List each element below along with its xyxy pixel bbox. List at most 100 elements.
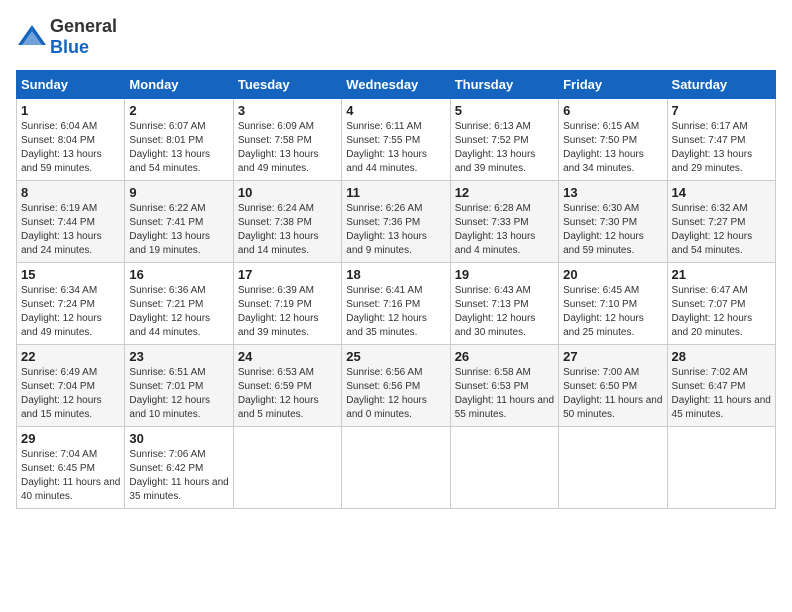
day-cell-14: 14 Sunrise: 6:32 AM Sunset: 7:27 PM Dayl… bbox=[667, 181, 775, 263]
day-info: Sunrise: 6:26 AM Sunset: 7:36 PM Dayligh… bbox=[346, 202, 445, 258]
day-number: 4 bbox=[346, 103, 445, 118]
day-cell-12: 12 Sunrise: 6:28 AM Sunset: 7:33 PM Dayl… bbox=[450, 181, 558, 263]
empty-cell bbox=[233, 427, 341, 509]
day-info: Sunrise: 6:53 AM Sunset: 6:59 PM Dayligh… bbox=[238, 366, 337, 422]
day-info: Sunrise: 7:04 AM Sunset: 6:45 PM Dayligh… bbox=[21, 448, 120, 504]
day-number: 9 bbox=[129, 185, 228, 200]
day-number: 14 bbox=[672, 185, 771, 200]
day-cell-9: 9 Sunrise: 6:22 AM Sunset: 7:41 PM Dayli… bbox=[125, 181, 233, 263]
day-cell-16: 16 Sunrise: 6:36 AM Sunset: 7:21 PM Dayl… bbox=[125, 263, 233, 345]
day-number: 3 bbox=[238, 103, 337, 118]
calendar-week-3: 15 Sunrise: 6:34 AM Sunset: 7:24 PM Dayl… bbox=[17, 263, 776, 345]
day-cell-6: 6 Sunrise: 6:15 AM Sunset: 7:50 PM Dayli… bbox=[559, 99, 667, 181]
day-info: Sunrise: 6:51 AM Sunset: 7:01 PM Dayligh… bbox=[129, 366, 228, 422]
day-number: 20 bbox=[563, 267, 662, 282]
day-header-wednesday: Wednesday bbox=[342, 71, 450, 99]
calendar-week-5: 29 Sunrise: 7:04 AM Sunset: 6:45 PM Dayl… bbox=[17, 427, 776, 509]
day-cell-4: 4 Sunrise: 6:11 AM Sunset: 7:55 PM Dayli… bbox=[342, 99, 450, 181]
day-info: Sunrise: 6:41 AM Sunset: 7:16 PM Dayligh… bbox=[346, 284, 445, 340]
day-info: Sunrise: 6:28 AM Sunset: 7:33 PM Dayligh… bbox=[455, 202, 554, 258]
day-cell-5: 5 Sunrise: 6:13 AM Sunset: 7:52 PM Dayli… bbox=[450, 99, 558, 181]
day-number: 24 bbox=[238, 349, 337, 364]
day-info: Sunrise: 6:39 AM Sunset: 7:19 PM Dayligh… bbox=[238, 284, 337, 340]
day-number: 30 bbox=[129, 431, 228, 446]
day-number: 12 bbox=[455, 185, 554, 200]
day-cell-1: 1 Sunrise: 6:04 AM Sunset: 8:04 PM Dayli… bbox=[17, 99, 125, 181]
day-info: Sunrise: 6:49 AM Sunset: 7:04 PM Dayligh… bbox=[21, 366, 120, 422]
day-header-monday: Monday bbox=[125, 71, 233, 99]
calendar-week-1: 1 Sunrise: 6:04 AM Sunset: 8:04 PM Dayli… bbox=[17, 99, 776, 181]
day-number: 29 bbox=[21, 431, 120, 446]
day-cell-19: 19 Sunrise: 6:43 AM Sunset: 7:13 PM Dayl… bbox=[450, 263, 558, 345]
calendar-table: SundayMondayTuesdayWednesdayThursdayFrid… bbox=[16, 70, 776, 509]
day-info: Sunrise: 6:47 AM Sunset: 7:07 PM Dayligh… bbox=[672, 284, 771, 340]
empty-cell bbox=[667, 427, 775, 509]
empty-cell bbox=[559, 427, 667, 509]
logo: General Blue bbox=[16, 16, 117, 58]
day-cell-26: 26 Sunrise: 6:58 AM Sunset: 6:53 PM Dayl… bbox=[450, 345, 558, 427]
day-info: Sunrise: 6:32 AM Sunset: 7:27 PM Dayligh… bbox=[672, 202, 771, 258]
day-cell-10: 10 Sunrise: 6:24 AM Sunset: 7:38 PM Dayl… bbox=[233, 181, 341, 263]
day-number: 15 bbox=[21, 267, 120, 282]
day-number: 17 bbox=[238, 267, 337, 282]
day-info: Sunrise: 6:04 AM Sunset: 8:04 PM Dayligh… bbox=[21, 120, 120, 176]
day-header-tuesday: Tuesday bbox=[233, 71, 341, 99]
day-number: 28 bbox=[672, 349, 771, 364]
day-info: Sunrise: 6:07 AM Sunset: 8:01 PM Dayligh… bbox=[129, 120, 228, 176]
day-info: Sunrise: 6:36 AM Sunset: 7:21 PM Dayligh… bbox=[129, 284, 228, 340]
calendar-week-2: 8 Sunrise: 6:19 AM Sunset: 7:44 PM Dayli… bbox=[17, 181, 776, 263]
day-info: Sunrise: 6:13 AM Sunset: 7:52 PM Dayligh… bbox=[455, 120, 554, 176]
day-info: Sunrise: 6:45 AM Sunset: 7:10 PM Dayligh… bbox=[563, 284, 662, 340]
day-cell-13: 13 Sunrise: 6:30 AM Sunset: 7:30 PM Dayl… bbox=[559, 181, 667, 263]
day-cell-23: 23 Sunrise: 6:51 AM Sunset: 7:01 PM Dayl… bbox=[125, 345, 233, 427]
day-cell-11: 11 Sunrise: 6:26 AM Sunset: 7:36 PM Dayl… bbox=[342, 181, 450, 263]
day-info: Sunrise: 6:22 AM Sunset: 7:41 PM Dayligh… bbox=[129, 202, 228, 258]
day-number: 5 bbox=[455, 103, 554, 118]
calendar-week-4: 22 Sunrise: 6:49 AM Sunset: 7:04 PM Dayl… bbox=[17, 345, 776, 427]
day-cell-25: 25 Sunrise: 6:56 AM Sunset: 6:56 PM Dayl… bbox=[342, 345, 450, 427]
logo-general-text: General bbox=[50, 16, 117, 36]
day-number: 11 bbox=[346, 185, 445, 200]
day-cell-7: 7 Sunrise: 6:17 AM Sunset: 7:47 PM Dayli… bbox=[667, 99, 775, 181]
day-cell-24: 24 Sunrise: 6:53 AM Sunset: 6:59 PM Dayl… bbox=[233, 345, 341, 427]
day-header-sunday: Sunday bbox=[17, 71, 125, 99]
day-number: 13 bbox=[563, 185, 662, 200]
day-info: Sunrise: 6:15 AM Sunset: 7:50 PM Dayligh… bbox=[563, 120, 662, 176]
day-number: 8 bbox=[21, 185, 120, 200]
header: General Blue bbox=[16, 16, 776, 58]
day-number: 18 bbox=[346, 267, 445, 282]
day-info: Sunrise: 6:19 AM Sunset: 7:44 PM Dayligh… bbox=[21, 202, 120, 258]
day-cell-22: 22 Sunrise: 6:49 AM Sunset: 7:04 PM Dayl… bbox=[17, 345, 125, 427]
day-cell-3: 3 Sunrise: 6:09 AM Sunset: 7:58 PM Dayli… bbox=[233, 99, 341, 181]
day-number: 7 bbox=[672, 103, 771, 118]
day-number: 19 bbox=[455, 267, 554, 282]
day-cell-20: 20 Sunrise: 6:45 AM Sunset: 7:10 PM Dayl… bbox=[559, 263, 667, 345]
day-info: Sunrise: 7:02 AM Sunset: 6:47 PM Dayligh… bbox=[672, 366, 771, 422]
day-cell-2: 2 Sunrise: 6:07 AM Sunset: 8:01 PM Dayli… bbox=[125, 99, 233, 181]
calendar-header-row: SundayMondayTuesdayWednesdayThursdayFrid… bbox=[17, 71, 776, 99]
day-number: 26 bbox=[455, 349, 554, 364]
day-cell-28: 28 Sunrise: 7:02 AM Sunset: 6:47 PM Dayl… bbox=[667, 345, 775, 427]
day-number: 10 bbox=[238, 185, 337, 200]
day-info: Sunrise: 7:06 AM Sunset: 6:42 PM Dayligh… bbox=[129, 448, 228, 504]
day-info: Sunrise: 6:43 AM Sunset: 7:13 PM Dayligh… bbox=[455, 284, 554, 340]
day-number: 25 bbox=[346, 349, 445, 364]
day-header-friday: Friday bbox=[559, 71, 667, 99]
day-cell-30: 30 Sunrise: 7:06 AM Sunset: 6:42 PM Dayl… bbox=[125, 427, 233, 509]
day-header-saturday: Saturday bbox=[667, 71, 775, 99]
day-info: Sunrise: 6:17 AM Sunset: 7:47 PM Dayligh… bbox=[672, 120, 771, 176]
day-info: Sunrise: 6:11 AM Sunset: 7:55 PM Dayligh… bbox=[346, 120, 445, 176]
day-number: 2 bbox=[129, 103, 228, 118]
day-cell-18: 18 Sunrise: 6:41 AM Sunset: 7:16 PM Dayl… bbox=[342, 263, 450, 345]
day-info: Sunrise: 6:09 AM Sunset: 7:58 PM Dayligh… bbox=[238, 120, 337, 176]
day-cell-27: 27 Sunrise: 7:00 AM Sunset: 6:50 PM Dayl… bbox=[559, 345, 667, 427]
day-info: Sunrise: 6:56 AM Sunset: 6:56 PM Dayligh… bbox=[346, 366, 445, 422]
logo-icon bbox=[16, 23, 48, 51]
empty-cell bbox=[342, 427, 450, 509]
empty-cell bbox=[450, 427, 558, 509]
day-number: 1 bbox=[21, 103, 120, 118]
day-cell-15: 15 Sunrise: 6:34 AM Sunset: 7:24 PM Dayl… bbox=[17, 263, 125, 345]
day-number: 6 bbox=[563, 103, 662, 118]
day-cell-29: 29 Sunrise: 7:04 AM Sunset: 6:45 PM Dayl… bbox=[17, 427, 125, 509]
logo-blue-text: Blue bbox=[50, 37, 89, 57]
